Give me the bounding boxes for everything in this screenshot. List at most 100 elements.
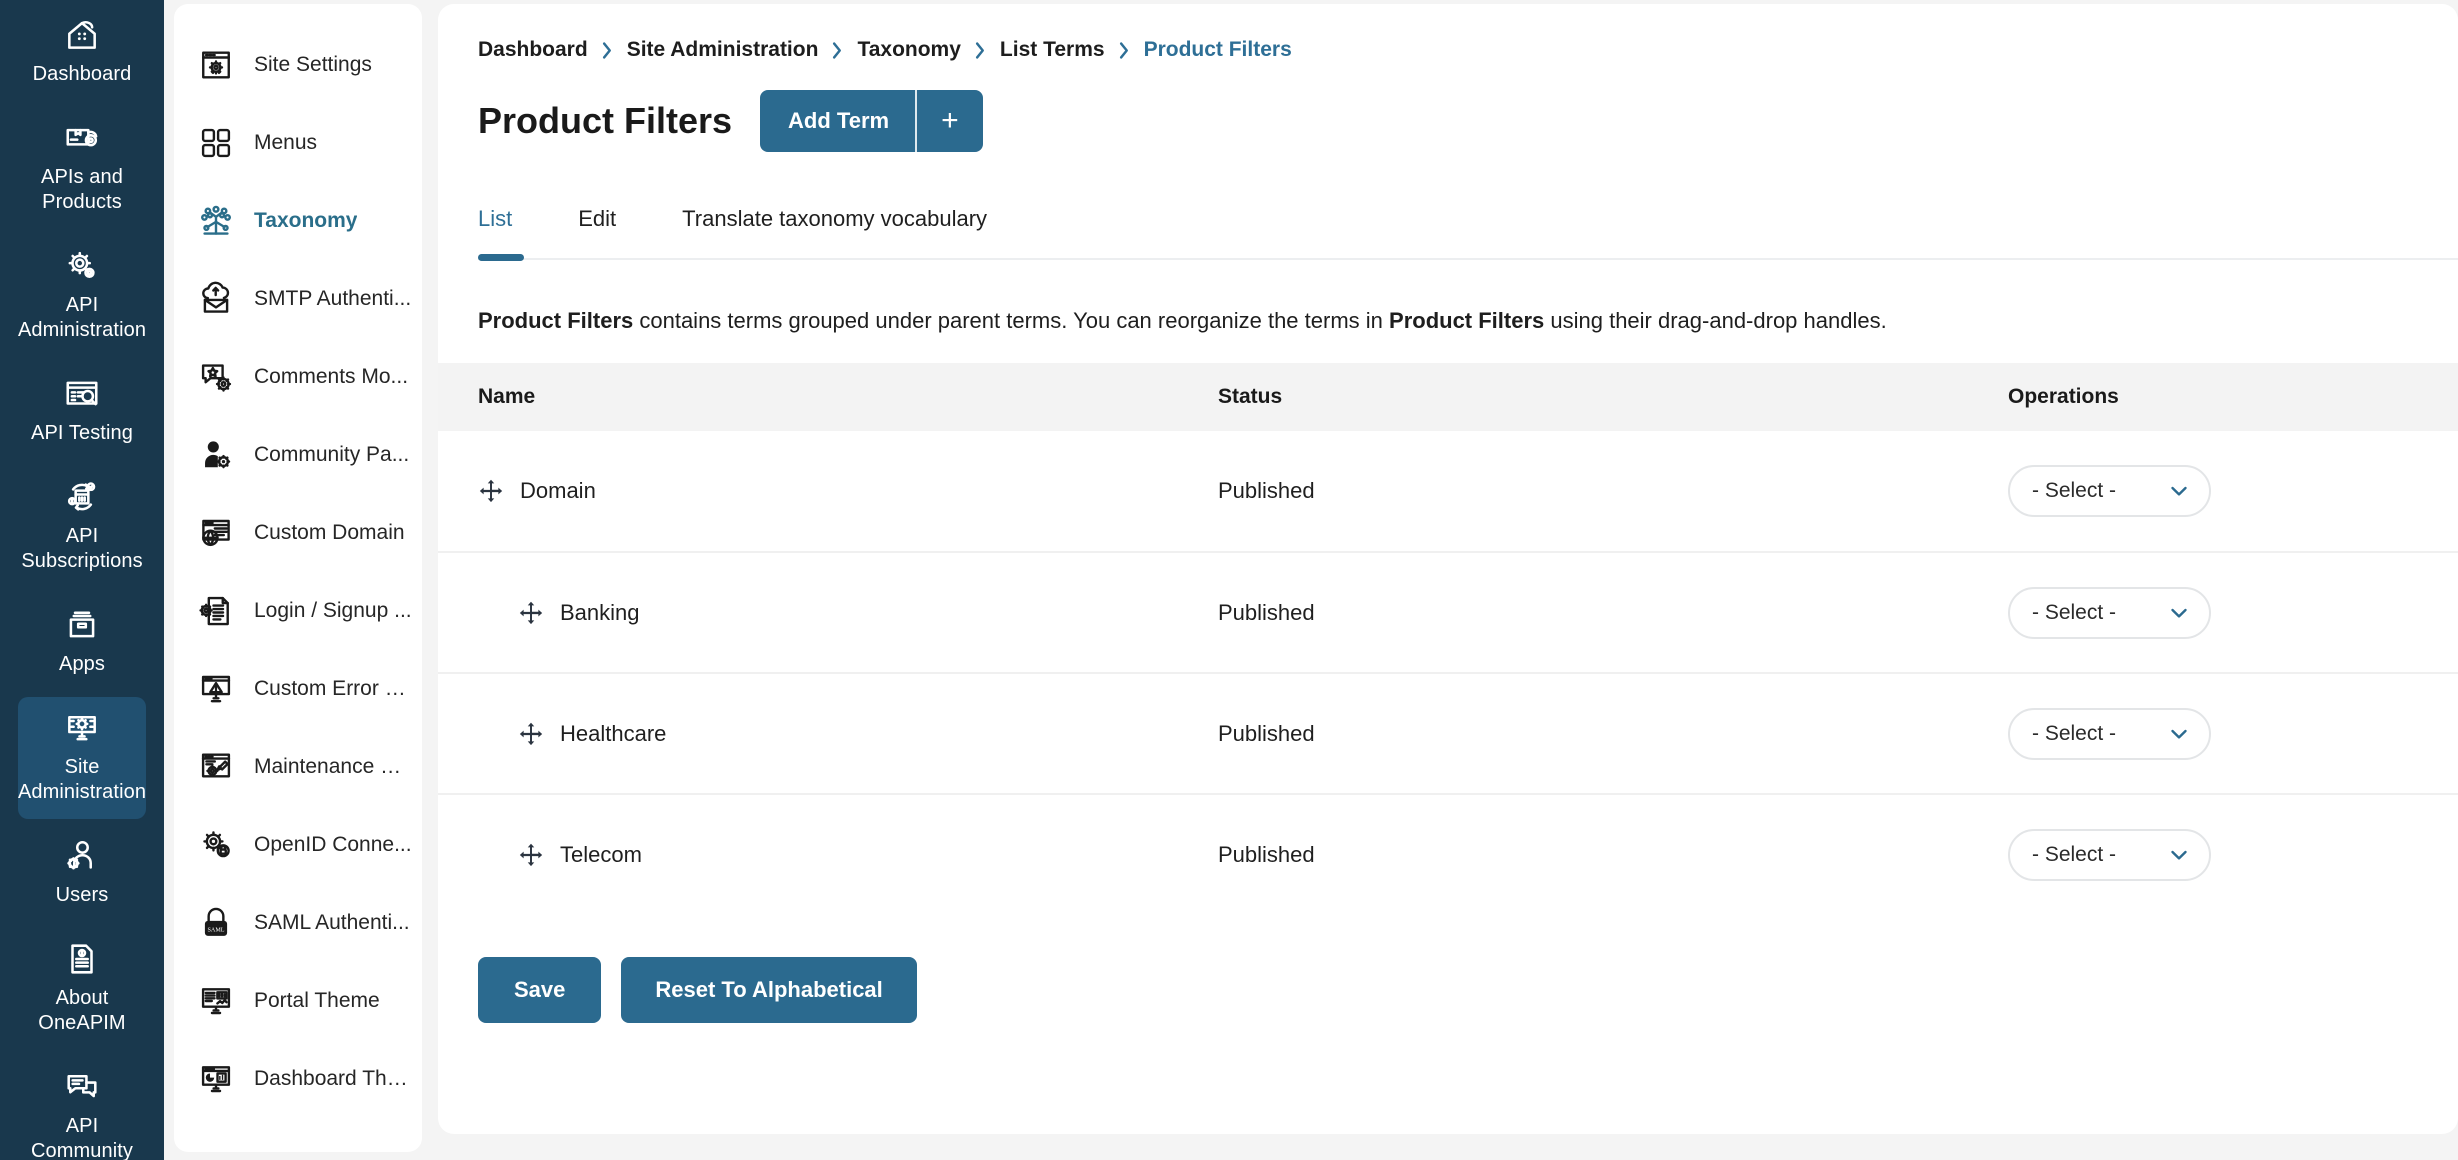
operations-select[interactable]: - Select - <box>2008 707 2211 760</box>
plus-icon[interactable]: + <box>917 90 983 152</box>
breadcrumb-item-site-administration[interactable]: Site Administration <box>627 38 819 62</box>
main-wrapper: Dashboard Site Administration Taxonomy List… <box>424 0 2458 1160</box>
term-status-cell: Published <box>1218 673 2008 795</box>
rail-item-api-testing[interactable]: API Testing <box>18 363 146 460</box>
chevron-down-icon <box>2167 722 2191 746</box>
column-header-status: Status <box>1218 363 2008 431</box>
api-community-icon <box>63 1068 101 1106</box>
subnav-item-community-pa[interactable]: Community Pa... <box>174 416 422 494</box>
rail-item-api-administration[interactable]: API Administration <box>18 235 146 357</box>
tab-list[interactable]: List <box>478 206 525 261</box>
subnav-item-openid-conne[interactable]: OpenID Conne... <box>174 806 422 884</box>
menus-icon <box>198 125 234 161</box>
add-term-button[interactable]: Add Term + <box>760 90 983 152</box>
dashboard-icon <box>63 16 101 54</box>
term-operations-cell: - Select - <box>2008 431 2458 553</box>
app-root: Dashboard APIs and Products API Administra… <box>0 0 2458 1160</box>
subnav-item-menus[interactable]: Menus <box>174 104 422 182</box>
operations-select-value: - Select - <box>2032 843 2117 866</box>
rail-item-label: Apps <box>59 653 105 675</box>
save-button[interactable]: Save <box>478 957 602 1023</box>
chevron-down-icon <box>2167 601 2191 625</box>
rail-item-about-oneapim[interactable]: About OneAPIM <box>18 928 146 1050</box>
subnav-item-label: Community Pa... <box>254 443 410 466</box>
rail-item-users[interactable]: Users <box>18 825 146 922</box>
rail-item-label: API Community <box>30 1115 134 1160</box>
table-body: Domain Published - Select - Banking Publishe… <box>438 431 2458 915</box>
drag-handle-icon[interactable] <box>518 721 544 747</box>
term-name-wrapper: Telecom <box>478 842 1218 868</box>
rail-item-dashboard[interactable]: Dashboard <box>18 4 146 101</box>
term-operations-cell: - Select - <box>2008 552 2458 674</box>
subnav-item-label: Maintenance M... <box>254 755 412 778</box>
subnav-item-label: Site Settings <box>254 53 372 76</box>
subnav-item-dashboard-the[interactable]: Dashboard The... <box>174 1040 422 1118</box>
term-name-label: Domain <box>520 478 596 503</box>
add-term-label: Add Term <box>788 108 890 133</box>
breadcrumb-item-taxonomy[interactable]: Taxonomy <box>857 38 960 62</box>
rail-item-label: Dashboard <box>32 63 132 85</box>
reset-to-alphabetical-button[interactable]: Reset To Alphabetical <box>621 957 917 1023</box>
tab-translate-taxonomy-vocabulary[interactable]: Translate taxonomy vocabulary <box>682 206 987 258</box>
breadcrumb: Dashboard Site Administration Taxonomy List… <box>438 4 2458 62</box>
breadcrumb-item-list-terms[interactable]: List Terms <box>1000 38 1105 62</box>
tab-edit[interactable]: Edit <box>578 206 616 258</box>
operations-select[interactable]: - Select - <box>2008 465 2211 517</box>
chevron-right-icon <box>830 41 845 60</box>
subnav-item-maintenance-m[interactable]: Maintenance M... <box>174 728 422 806</box>
chevron-down-icon <box>2167 479 2191 503</box>
term-status-cell: Published <box>1218 552 2008 674</box>
subnav-item-login-signup[interactable]: Login / Signup ... <box>174 572 422 650</box>
users-icon <box>63 837 101 875</box>
subnav-item-taxonomy[interactable]: Taxonomy <box>174 182 422 260</box>
rail-item-label: APIs and Products <box>41 166 123 213</box>
chevron-right-icon <box>600 41 615 60</box>
rail-item-apis-and-products[interactable]: APIs and Products <box>18 107 146 229</box>
api-administration-icon <box>63 247 101 285</box>
rail-item-label: Users <box>55 884 109 906</box>
subnav-item-smtp-authenti[interactable]: SMTP Authenti... <box>174 260 422 338</box>
secondary-sidebar[interactable]: Site Settings Menus Taxonomy SMTP Authenti.… <box>174 4 422 1152</box>
subnav-item-label: Custom Error P... <box>254 677 412 700</box>
term-name-cell: Telecom <box>438 794 1218 915</box>
term-name-label: Banking <box>560 599 640 625</box>
rail-item-site-administration[interactable]: Site Administration <box>18 697 146 819</box>
table-row: Domain Published - Select - <box>438 431 2458 553</box>
maintenance-mode-icon <box>198 749 234 785</box>
subnav-item-custom-error-p[interactable]: Custom Error P... <box>174 650 422 728</box>
login-signup-icon <box>198 593 234 629</box>
apis-products-icon <box>63 119 101 157</box>
community-participants-icon <box>198 437 234 473</box>
operations-select[interactable]: - Select - <box>2008 829 2211 881</box>
page-header: Product Filters Add Term + <box>438 62 2458 152</box>
about-icon <box>63 940 101 978</box>
drag-handle-icon[interactable] <box>518 600 544 626</box>
subnav-item-label: Dashboard The... <box>254 1067 412 1090</box>
table-head: Name Status Operations <box>438 363 2458 431</box>
description-strong-2: Product Filters <box>1389 308 1545 333</box>
term-status-cell: Published <box>1218 842 1315 867</box>
rail-item-api-subscriptions[interactable]: API Subscriptions <box>18 466 146 588</box>
term-name-cell: Banking <box>438 552 1218 674</box>
chevron-right-icon <box>1117 41 1132 60</box>
drag-handle-icon[interactable] <box>518 842 544 868</box>
subnav-item-comments-mo[interactable]: Comments Mo... <box>174 338 422 416</box>
rail-item-api-community[interactable]: API Community <box>18 1056 146 1160</box>
rail-item-apps[interactable]: Apps <box>18 594 146 691</box>
subnav-item-custom-domain[interactable]: Custom Domain <box>174 494 422 572</box>
custom-domain-icon <box>198 515 234 551</box>
secondary-sidebar-wrapper: Site Settings Menus Taxonomy SMTP Authenti.… <box>164 0 424 1160</box>
drag-handle-icon[interactable] <box>478 478 504 504</box>
breadcrumb-item-dashboard[interactable]: Dashboard <box>478 38 588 62</box>
breadcrumb-item-product-filters[interactable]: Product Filters <box>1144 38 1292 62</box>
rail-item-label: Site Administration <box>17 756 147 803</box>
term-name-wrapper: Domain <box>478 478 1218 504</box>
subnav-item-label: Taxonomy <box>254 209 358 232</box>
subnav-item-saml-authenti[interactable]: SAML SAML Authenti... <box>174 884 422 962</box>
saml-authentication-icon: SAML <box>198 905 234 941</box>
subnav-item-portal-theme[interactable]: Portal Theme <box>174 962 422 1040</box>
operations-select[interactable]: - Select - <box>2008 586 2211 639</box>
subnav-item-label: Portal Theme <box>254 989 380 1012</box>
subnav-item-site-settings[interactable]: Site Settings <box>174 26 422 104</box>
table-row: Banking Published - Select - <box>438 552 2458 674</box>
